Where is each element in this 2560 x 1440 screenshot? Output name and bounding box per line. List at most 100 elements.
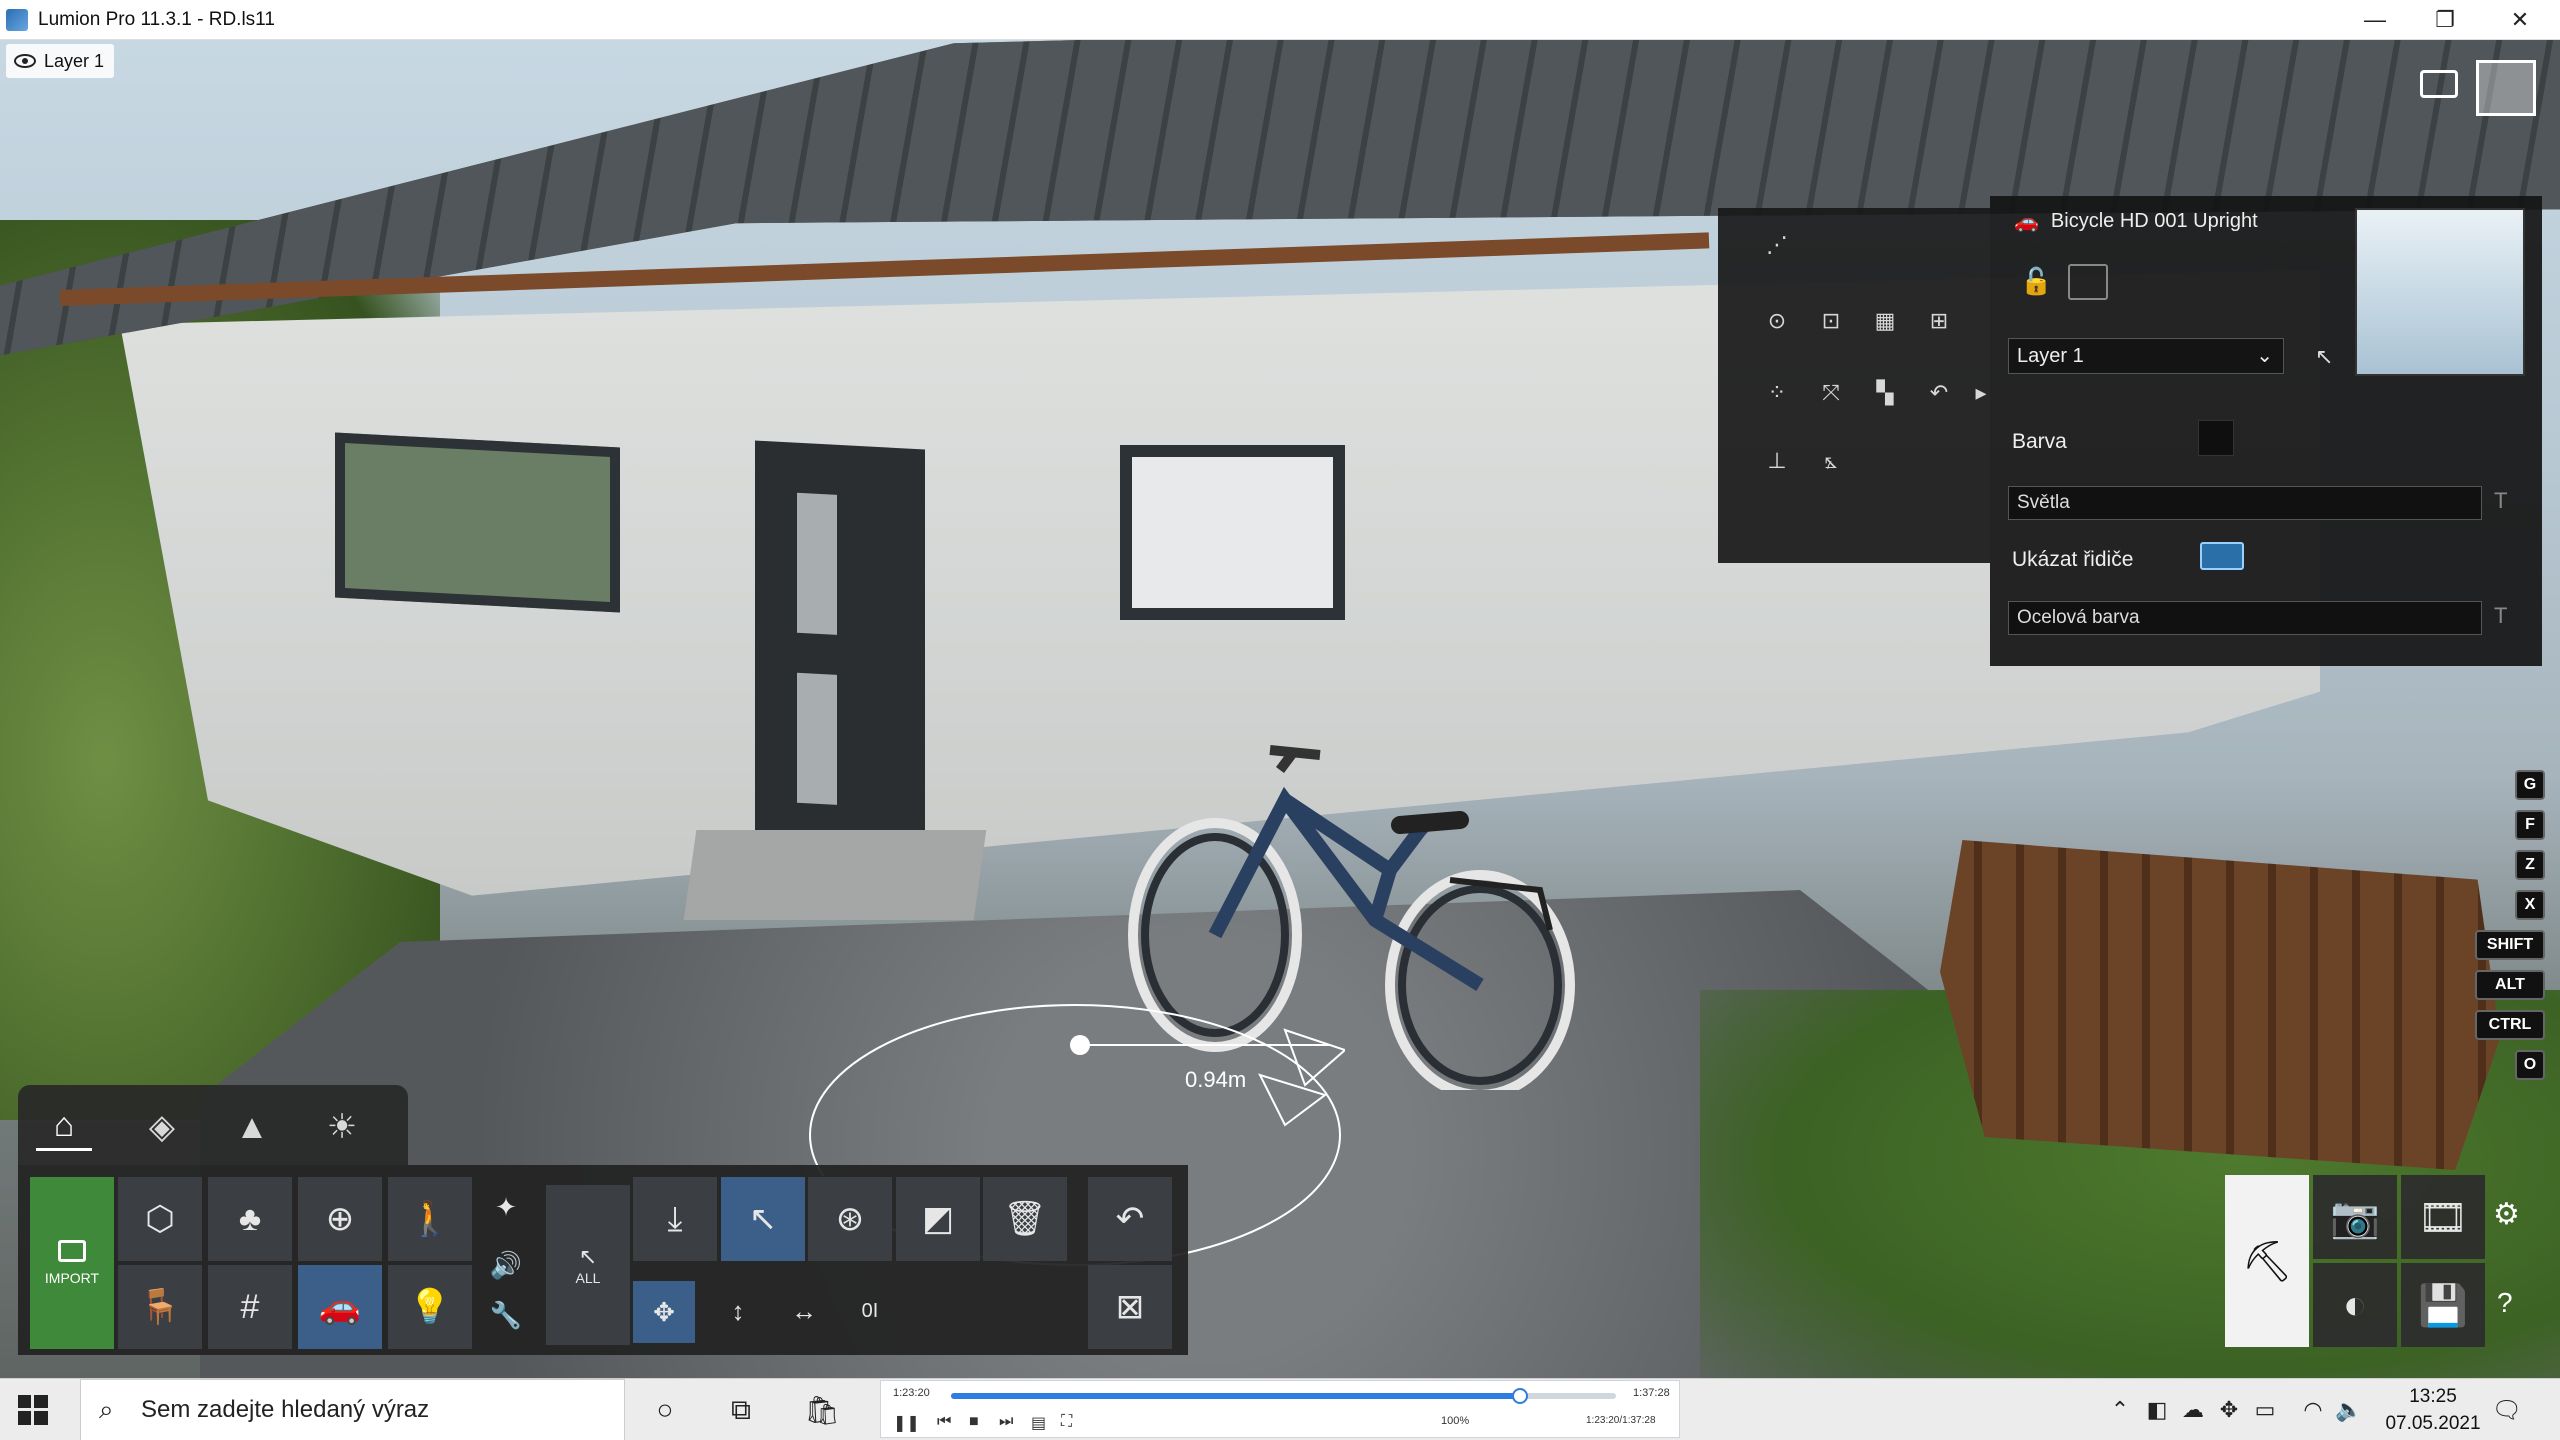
- move-select-icon[interactable]: ↖: [721, 1177, 805, 1261]
- landscape-tab-icon[interactable]: ▲: [224, 1103, 280, 1151]
- tray-chevron-icon[interactable]: ⌃: [2103, 1393, 2137, 1427]
- lock-icon[interactable]: 🔓: [2020, 266, 2052, 297]
- transport-icon[interactable]: 🚗: [298, 1265, 382, 1349]
- key-shift[interactable]: SHIFT: [2475, 930, 2545, 960]
- scatter-icon[interactable]: ⁘: [1760, 376, 1794, 410]
- player-seekbar[interactable]: [951, 1388, 1616, 1404]
- close-button[interactable]: ✕: [2485, 0, 2555, 40]
- fullscreen-icon[interactable]: ⛶: [1061, 1413, 1072, 1431]
- select-icon[interactable]: ⊙: [1760, 304, 1794, 338]
- spread-icon[interactable]: ⤧: [1814, 376, 1848, 410]
- people-icon[interactable]: 🚶: [388, 1177, 472, 1261]
- key-alt[interactable]: ALT: [2475, 970, 2545, 1000]
- save-icon[interactable]: 💾: [2401, 1263, 2485, 1347]
- key-g[interactable]: G: [2515, 770, 2545, 800]
- svetla-field[interactable]: Světla: [2008, 486, 2482, 520]
- wifi-icon[interactable]: ◠: [2296, 1393, 2330, 1427]
- add-tree-icon[interactable]: ⊕: [298, 1177, 382, 1261]
- panorama-mode-icon[interactable]: ◐: [2313, 1263, 2397, 1347]
- task-view-icon[interactable]: ⧉: [724, 1393, 758, 1427]
- next-icon[interactable]: ⏭: [999, 1413, 1013, 1431]
- settings-gear-icon[interactable]: ⚙: [2493, 1197, 2520, 1232]
- move-height-icon[interactable]: ↕: [708, 1281, 768, 1341]
- layer-dropdown[interactable]: Layer 1 ⌄: [2008, 338, 2284, 374]
- pick-layer-icon[interactable]: ↖: [2315, 344, 2333, 370]
- driver-toggle[interactable]: [2200, 542, 2244, 570]
- import-button[interactable]: IMPORT: [30, 1177, 114, 1349]
- deselect-icon[interactable]: ⊠: [1088, 1265, 1172, 1349]
- text-icon[interactable]: T: [2494, 488, 2507, 514]
- video-camera-icon[interactable]: [2420, 70, 2458, 98]
- cortana-icon[interactable]: ○: [648, 1393, 682, 1427]
- undo-small-icon[interactable]: ↶: [1922, 376, 1956, 410]
- help-icon[interactable]: ?: [2497, 1287, 2513, 1319]
- tree-icon[interactable]: ♣: [208, 1177, 292, 1261]
- light-bulb-icon[interactable]: 💡: [388, 1265, 472, 1349]
- grid-select-icon[interactable]: ▦: [1868, 304, 1902, 338]
- utilities-wrench-icon[interactable]: 🔧: [476, 1285, 536, 1345]
- windows-start-icon[interactable]: [18, 1395, 48, 1425]
- player-volume[interactable]: 100%: [1441, 1415, 1469, 1427]
- gizmo-handle[interactable]: [1070, 1035, 1090, 1055]
- object-thumbnail: [2355, 208, 2525, 376]
- layer-indicator-label: Layer 1: [44, 50, 105, 71]
- group-icon[interactable]: ▚: [1868, 376, 1902, 410]
- stop-icon[interactable]: ■: [969, 1413, 979, 1431]
- taskbar-clock[interactable]: 13:25 07.05.2021: [2378, 1383, 2488, 1437]
- move-horizontal-icon[interactable]: ✥: [633, 1281, 695, 1343]
- key-z[interactable]: Z: [2515, 850, 2545, 880]
- value-readout[interactable]: 0I: [840, 1281, 900, 1341]
- restore-button[interactable]: ❐: [2410, 0, 2480, 40]
- layer-visibility-indicator[interactable]: Layer 1: [6, 44, 114, 78]
- view-thumbnail-button[interactable]: [2476, 60, 2536, 116]
- scene-bench[interactable]: [1940, 840, 2500, 1170]
- key-x[interactable]: X: [2515, 890, 2545, 920]
- onedrive-icon[interactable]: ☁: [2176, 1393, 2210, 1427]
- chevron-down-icon: ⌄: [2256, 345, 2273, 367]
- nature-objects-icon[interactable]: ⬡: [118, 1177, 202, 1261]
- photo-mode-icon[interactable]: 📷: [2313, 1175, 2397, 1259]
- context-menu-icon[interactable]: ⋰: [1760, 228, 1794, 262]
- window-title: Lumion Pro 11.3.1 - RD.ls11: [38, 8, 275, 30]
- place-object-icon[interactable]: ⤓: [633, 1177, 717, 1261]
- fence-icon[interactable]: #: [208, 1265, 292, 1349]
- focus-select-icon[interactable]: ⊡: [1814, 304, 1848, 338]
- transform-link-icon[interactable]: [2068, 264, 2108, 300]
- store-icon[interactable]: 🛍: [804, 1393, 840, 1427]
- scale-icon[interactable]: ◩: [896, 1177, 980, 1261]
- battery-icon[interactable]: ▭: [2248, 1393, 2282, 1427]
- key-o[interactable]: O: [2515, 1050, 2545, 1080]
- tray-app-icon[interactable]: ◧: [2140, 1393, 2174, 1427]
- rotate-icon[interactable]: ⊛: [808, 1177, 892, 1261]
- movie-mode-icon[interactable]: 🎞: [2401, 1175, 2485, 1259]
- align-ground-icon[interactable]: ⊥: [1760, 444, 1794, 478]
- dropbox-icon[interactable]: ✥: [2212, 1393, 2246, 1427]
- previous-icon[interactable]: ⏮: [937, 1413, 951, 1431]
- minimize-button[interactable]: —: [2340, 0, 2410, 40]
- player-seek-handle[interactable]: [1511, 1388, 1528, 1404]
- home-tab-icon[interactable]: ⌂: [36, 1103, 92, 1151]
- key-f[interactable]: F: [2515, 810, 2545, 840]
- move-sideways-icon[interactable]: ↔: [774, 1281, 834, 1341]
- build-mode-icon[interactable]: ⛏: [2225, 1175, 2309, 1347]
- taskbar-search-box[interactable]: ⌕ Sem zadejte hledaný výraz: [80, 1379, 625, 1440]
- select-all-button[interactable]: ↖ ALL: [546, 1185, 630, 1345]
- weather-tab-icon[interactable]: ☀: [314, 1103, 370, 1151]
- key-ctrl[interactable]: CTRL: [2475, 1010, 2545, 1040]
- playlist-icon[interactable]: ▤: [1031, 1413, 1046, 1433]
- pause-icon[interactable]: ❚❚: [893, 1413, 920, 1433]
- box-select-icon[interactable]: ⊞: [1922, 304, 1956, 338]
- folder-icon: [58, 1240, 86, 1262]
- align-slope-icon[interactable]: ⦩: [1814, 444, 1848, 478]
- indoor-icon[interactable]: 🪑: [118, 1265, 202, 1349]
- undo-icon[interactable]: ↶: [1088, 1177, 1172, 1261]
- volume-icon[interactable]: 🔈: [2332, 1393, 2366, 1427]
- effects-wand-icon[interactable]: ✦: [476, 1177, 536, 1237]
- object-name: Bicycle HD 001 Upright: [2050, 209, 2258, 232]
- material-tab-icon[interactable]: ◈: [134, 1103, 190, 1151]
- color-swatch[interactable]: [2198, 420, 2234, 456]
- notifications-icon[interactable]: 🗨: [2490, 1393, 2524, 1427]
- trash-icon[interactable]: 🗑: [983, 1177, 1067, 1261]
- text-icon[interactable]: T: [2494, 603, 2507, 629]
- ocelova-barva-field[interactable]: Ocelová barva: [2008, 601, 2482, 635]
